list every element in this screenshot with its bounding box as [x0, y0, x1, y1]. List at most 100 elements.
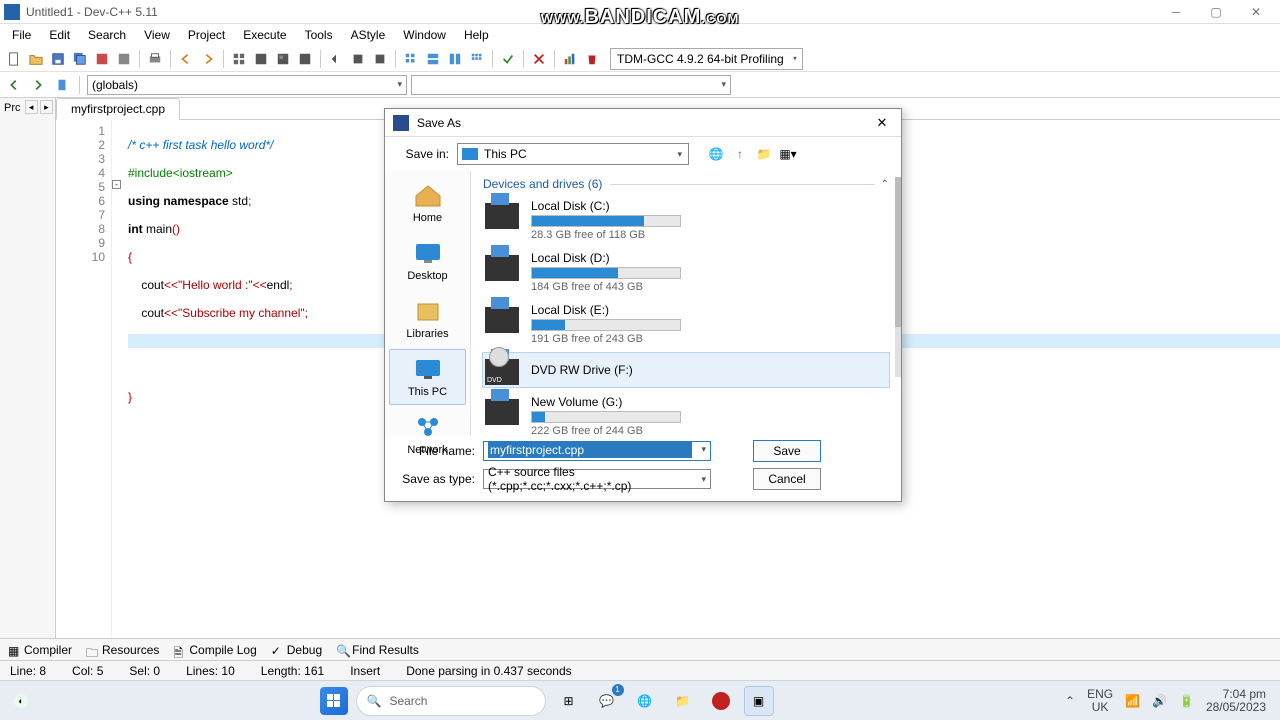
chart-button[interactable] [560, 49, 580, 69]
drive-e[interactable]: Local Disk (E:) 191 GB free of 243 GB [483, 301, 889, 347]
tray-chevron-icon[interactable]: ⌃ [1065, 694, 1075, 708]
tab-debug[interactable]: ✓Debug [271, 643, 322, 657]
menu-edit[interactable]: Edit [41, 26, 78, 44]
drive-f-dvd[interactable]: DVD DVD RW Drive (F:) [483, 353, 889, 387]
filename-input[interactable] [483, 441, 711, 461]
drives-scrollbar[interactable] [895, 177, 901, 377]
project-tab[interactable]: Prc [2, 100, 23, 636]
tray-clock[interactable]: 7:04 pm 28/05/2023 [1206, 688, 1266, 714]
battery-icon[interactable]: 🔋 [1179, 694, 1194, 708]
grid3-button[interactable] [445, 49, 465, 69]
nav-up-icon[interactable]: ↑ [731, 145, 749, 163]
nav-fwd-button[interactable] [28, 75, 48, 95]
save-button[interactable]: Save [753, 440, 821, 462]
compile-run-button[interactable] [273, 49, 293, 69]
menu-project[interactable]: Project [180, 26, 233, 44]
drive-d[interactable]: Local Disk (D:) 184 GB free of 443 GB [483, 249, 889, 295]
save-in-combo[interactable]: This PC [457, 143, 689, 165]
record-icon[interactable] [706, 686, 736, 716]
trash-button[interactable] [582, 49, 602, 69]
menu-view[interactable]: View [136, 26, 178, 44]
menu-execute[interactable]: Execute [235, 26, 294, 44]
tray-time: 7:04 pm [1206, 688, 1266, 701]
dialog-close-button[interactable]: ✕ [871, 112, 893, 134]
nav-back-button[interactable] [4, 75, 24, 95]
place-home[interactable]: Home [389, 175, 466, 231]
new-file-button[interactable] [4, 49, 24, 69]
compiler-combo[interactable]: TDM-GCC 4.9.2 64-bit Profiling [610, 48, 803, 70]
wifi-icon[interactable]: 📶 [1125, 694, 1140, 708]
tab-resources[interactable]: 🗀Resources [86, 643, 159, 657]
network-icon [412, 414, 444, 440]
check-button[interactable] [498, 49, 518, 69]
drive-icon [485, 203, 519, 229]
task-view-icon[interactable]: ⊞ [554, 686, 584, 716]
tab-find-results[interactable]: 🔍Find Results [336, 643, 419, 657]
run-button[interactable] [251, 49, 271, 69]
menu-search[interactable]: Search [80, 26, 134, 44]
menu-astyle[interactable]: AStyle [343, 26, 394, 44]
drive-free: 28.3 GB free of 118 GB [531, 229, 887, 241]
rebuild-button[interactable] [295, 49, 315, 69]
fold-icon[interactable]: - [112, 180, 121, 189]
save-button[interactable] [48, 49, 68, 69]
place-this-pc[interactable]: This PC [389, 349, 466, 405]
undo-button[interactable] [176, 49, 196, 69]
stop-button[interactable] [348, 49, 368, 69]
cancel-button[interactable]: Cancel [753, 468, 821, 490]
edge-icon[interactable]: 🌐 [630, 686, 660, 716]
tab-compile-log[interactable]: 🗎Compile Log [173, 643, 256, 657]
nav-back-icon[interactable]: 🌐 [707, 145, 725, 163]
desktop-icon [412, 240, 444, 266]
devcpp-task-icon[interactable]: ▣ [744, 686, 774, 716]
tray-lang1[interactable]: ENG [1087, 688, 1113, 701]
tab-compiler[interactable]: ▦Compiler [8, 643, 72, 657]
taskbar: ◐ 🔍 Search ⊞ 💬1 🌐 📁 ▣ ⌃ ENG UK 📶 🔊 🔋 7:0… [0, 680, 1280, 720]
view-menu-icon[interactable]: ▦▾ [779, 145, 797, 163]
menu-help[interactable]: Help [456, 26, 497, 44]
type-combo[interactable]: C++ source files (*.cpp;*.cc;*.cxx;*.c++… [483, 469, 711, 489]
grid4-button[interactable] [467, 49, 487, 69]
close-button[interactable]: ✕ [1236, 1, 1276, 23]
profile-button[interactable] [370, 49, 390, 69]
panel-left-arrow[interactable]: ◂ [25, 100, 38, 114]
redo-button[interactable] [198, 49, 218, 69]
dialog-icon [393, 115, 409, 131]
member-combo[interactable] [411, 75, 731, 95]
drive-c[interactable]: Local Disk (C:) 28.3 GB free of 118 GB [483, 197, 889, 243]
editor-tab[interactable]: myfirstproject.cpp [56, 98, 180, 120]
drive-g[interactable]: New Volume (G:) 222 GB free of 244 GB [483, 393, 889, 436]
place-libraries[interactable]: Libraries [389, 291, 466, 347]
bookmark-button[interactable] [52, 75, 72, 95]
save-as-button[interactable] [92, 49, 112, 69]
scope-combo[interactable]: (globals) [87, 75, 407, 95]
close-file-button[interactable] [114, 49, 134, 69]
taskbar-search[interactable]: 🔍 Search [356, 686, 546, 716]
maximize-button[interactable]: ▢ [1196, 1, 1236, 23]
explorer-icon[interactable]: 📁 [668, 686, 698, 716]
status-lines: Lines: 10 [186, 664, 235, 678]
menu-window[interactable]: Window [395, 26, 454, 44]
grid2-button[interactable] [423, 49, 443, 69]
compile-button[interactable] [229, 49, 249, 69]
delete-button[interactable] [529, 49, 549, 69]
debug-button[interactable] [326, 49, 346, 69]
tray-lang2[interactable]: UK [1087, 701, 1113, 714]
edge-start-icon[interactable]: ◐ [14, 694, 28, 708]
open-button[interactable] [26, 49, 46, 69]
filename-field[interactable] [488, 442, 692, 458]
volume-icon[interactable]: 🔊 [1152, 694, 1167, 708]
copilot-icon[interactable]: 💬1 [592, 686, 622, 716]
place-desktop[interactable]: Desktop [389, 233, 466, 289]
minimize-button[interactable]: ─ [1156, 1, 1196, 23]
collapse-icon[interactable]: ⌃ [881, 179, 889, 190]
code-line-1: /* c++ first task hello word*/ [128, 138, 273, 152]
save-all-button[interactable] [70, 49, 90, 69]
print-button[interactable] [145, 49, 165, 69]
menu-file[interactable]: File [4, 26, 39, 44]
start-button[interactable] [320, 687, 348, 715]
panel-right-arrow[interactable]: ▸ [40, 100, 53, 114]
menu-tools[interactable]: Tools [297, 26, 341, 44]
grid1-button[interactable] [401, 49, 421, 69]
new-folder-icon[interactable]: 📁 [755, 145, 773, 163]
